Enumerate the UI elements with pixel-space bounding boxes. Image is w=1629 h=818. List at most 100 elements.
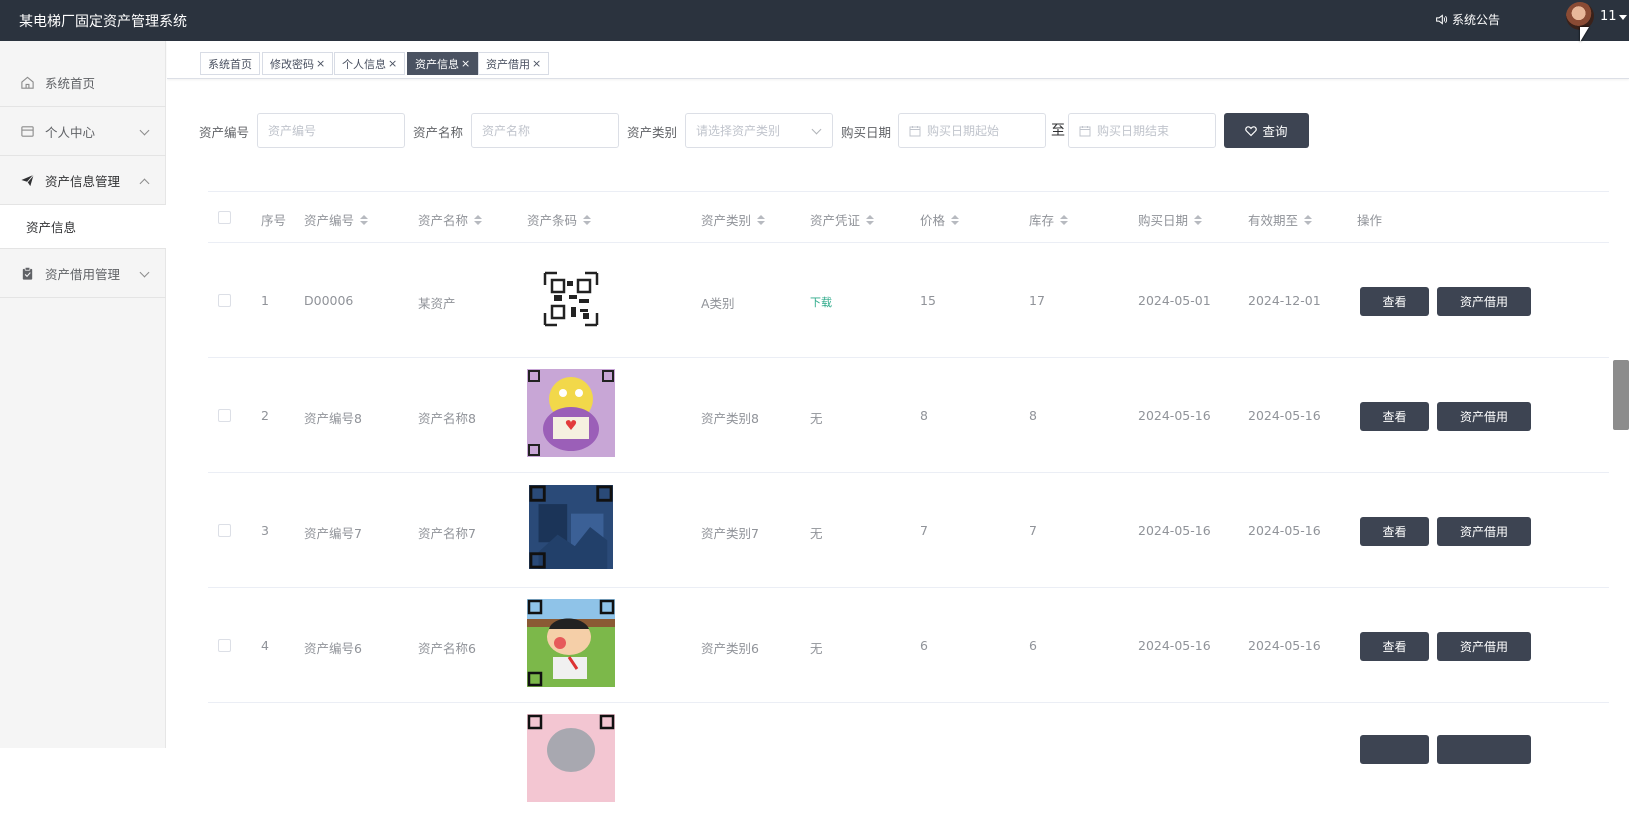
- sort-icon[interactable]: [474, 214, 483, 225]
- column-header-label: 资产类别: [701, 213, 752, 228]
- sort-icon[interactable]: [360, 214, 369, 225]
- close-icon[interactable]: ×: [461, 57, 470, 70]
- close-icon[interactable]: ×: [388, 57, 397, 70]
- cell-stock: 17: [1029, 293, 1045, 308]
- avatar[interactable]: [1566, 2, 1594, 30]
- view-button[interactable]: 查看: [1360, 287, 1429, 316]
- view-button[interactable]: 查看: [1360, 402, 1429, 431]
- table-row: [208, 703, 1609, 818]
- mouse-cursor-icon: [1580, 27, 1589, 42]
- tab-label: 资产借用: [486, 57, 530, 71]
- cell-price: 6: [920, 638, 928, 653]
- calendar-icon: [1079, 125, 1091, 136]
- home-icon: [21, 76, 34, 89]
- chevron-down-icon: [139, 125, 150, 136]
- borrow-button[interactable]: [1437, 735, 1531, 764]
- cell-asset-voucher: 无: [810, 411, 823, 426]
- column-header-label: 有效期至: [1248, 213, 1299, 228]
- cell-index: 4: [261, 638, 269, 653]
- speaker-icon: [1436, 14, 1448, 25]
- sidebar-item-home[interactable]: 系统首页: [0, 58, 166, 107]
- view-button[interactable]: 查看: [1360, 517, 1429, 546]
- username[interactable]: 11: [1600, 9, 1617, 24]
- chevron-down-icon: [139, 267, 150, 278]
- row-checkbox[interactable]: [218, 639, 231, 652]
- sidebar-item-asset-borrow-management[interactable]: 资产借用管理: [0, 249, 166, 298]
- close-icon[interactable]: ×: [532, 57, 541, 70]
- send-icon: [21, 174, 34, 186]
- tab-home[interactable]: 系统首页: [200, 52, 260, 75]
- column-header-purchase-date[interactable]: 购买日期: [1138, 210, 1203, 229]
- sort-icon[interactable]: [866, 214, 875, 225]
- user-dropdown-caret-icon[interactable]: [1619, 15, 1627, 20]
- barcode-image[interactable]: [527, 255, 615, 343]
- asset-category-select[interactable]: 请选择资产类别: [685, 113, 833, 148]
- row-checkbox[interactable]: [218, 524, 231, 537]
- clipboard-icon: [22, 266, 33, 280]
- tab-asset-info[interactable]: 资产信息 ×: [407, 52, 479, 75]
- cell-index: 3: [261, 523, 269, 538]
- sidebar-item-asset-info-management[interactable]: 资产信息管理: [0, 156, 166, 205]
- column-header-label: 价格: [920, 213, 946, 228]
- barcode-image[interactable]: [527, 369, 615, 457]
- sidebar-item-asset-info[interactable]: 资产信息: [0, 205, 166, 249]
- tab-change-password[interactable]: 修改密码 ×: [262, 52, 334, 75]
- tab-personal-info[interactable]: 个人信息 ×: [334, 52, 406, 75]
- select-all-checkbox[interactable]: [218, 211, 231, 224]
- close-icon[interactable]: ×: [316, 57, 325, 70]
- cell-asset-code: 资产编号7: [304, 526, 362, 541]
- asset-name-input[interactable]: 资产名称: [471, 113, 619, 148]
- cell-stock: 7: [1029, 523, 1037, 538]
- cell-index: 1: [261, 293, 269, 308]
- column-header-asset-name[interactable]: 资产名称: [418, 210, 483, 229]
- borrow-button[interactable]: 资产借用: [1437, 517, 1531, 546]
- view-button[interactable]: [1360, 735, 1429, 764]
- column-header-price[interactable]: 价格: [920, 210, 960, 229]
- table-row: 1 D00006 某资产 A类别 下载 15 17 2024-05-01 202…: [208, 243, 1609, 358]
- voucher-download-link[interactable]: 下载: [810, 294, 832, 310]
- query-button[interactable]: 查询: [1224, 113, 1309, 148]
- borrow-button[interactable]: 资产借用: [1437, 402, 1531, 431]
- cell-purchase-date: 2024-05-16: [1138, 638, 1211, 653]
- sort-icon[interactable]: [951, 214, 960, 225]
- cell-purchase-date: 2024-05-16: [1138, 408, 1211, 423]
- column-header-index: 序号: [261, 210, 286, 229]
- sidebar-item-personal-center[interactable]: 个人中心: [0, 107, 166, 156]
- column-header-label: 购买日期: [1138, 213, 1189, 228]
- cell-valid-to: 2024-05-16: [1248, 408, 1321, 423]
- tab-label: 修改密码: [270, 57, 314, 71]
- tab-asset-borrow[interactable]: 资产借用 ×: [478, 52, 550, 75]
- cell-valid-to: 2024-05-16: [1248, 638, 1321, 653]
- column-header-label: 库存: [1029, 213, 1055, 228]
- column-header-asset-category[interactable]: 资产类别: [701, 210, 766, 229]
- barcode-image[interactable]: [529, 485, 613, 569]
- sort-icon[interactable]: [1304, 214, 1313, 225]
- asset-code-input[interactable]: 资产编号: [257, 113, 405, 148]
- asset-name-placeholder: 资产名称: [482, 124, 531, 138]
- barcode-image[interactable]: [527, 599, 615, 687]
- notice-link[interactable]: 系统公告: [1435, 11, 1500, 28]
- sort-icon[interactable]: [583, 214, 592, 225]
- barcode-image[interactable]: [527, 714, 615, 802]
- tab-label: 个人信息: [342, 57, 386, 71]
- asset-code-placeholder: 资产编号: [268, 124, 317, 138]
- column-header-asset-code[interactable]: 资产编号: [304, 210, 369, 229]
- purchase-date-end-input[interactable]: 购买日期结束: [1068, 113, 1216, 148]
- view-button[interactable]: 查看: [1360, 632, 1429, 661]
- column-header-stock[interactable]: 库存: [1029, 210, 1069, 229]
- borrow-button[interactable]: 资产借用: [1437, 287, 1531, 316]
- sort-icon[interactable]: [757, 214, 766, 225]
- borrow-button[interactable]: 资产借用: [1437, 632, 1531, 661]
- column-header-valid-to[interactable]: 有效期至: [1248, 210, 1313, 229]
- row-checkbox[interactable]: [218, 409, 231, 422]
- purchase-date-start-input[interactable]: 购买日期起始: [898, 113, 1046, 148]
- sort-icon[interactable]: [1194, 214, 1203, 225]
- cell-asset-name: 某资产: [418, 296, 456, 311]
- cell-asset-category: 资产类别8: [701, 411, 759, 426]
- asset-name-label: 资产名称: [413, 125, 464, 140]
- vertical-scrollbar[interactable]: [1613, 360, 1629, 430]
- column-header-asset-barcode[interactable]: 资产条码: [527, 210, 592, 229]
- sort-icon[interactable]: [1060, 214, 1069, 225]
- column-header-asset-voucher[interactable]: 资产凭证: [810, 210, 875, 229]
- row-checkbox[interactable]: [218, 294, 231, 307]
